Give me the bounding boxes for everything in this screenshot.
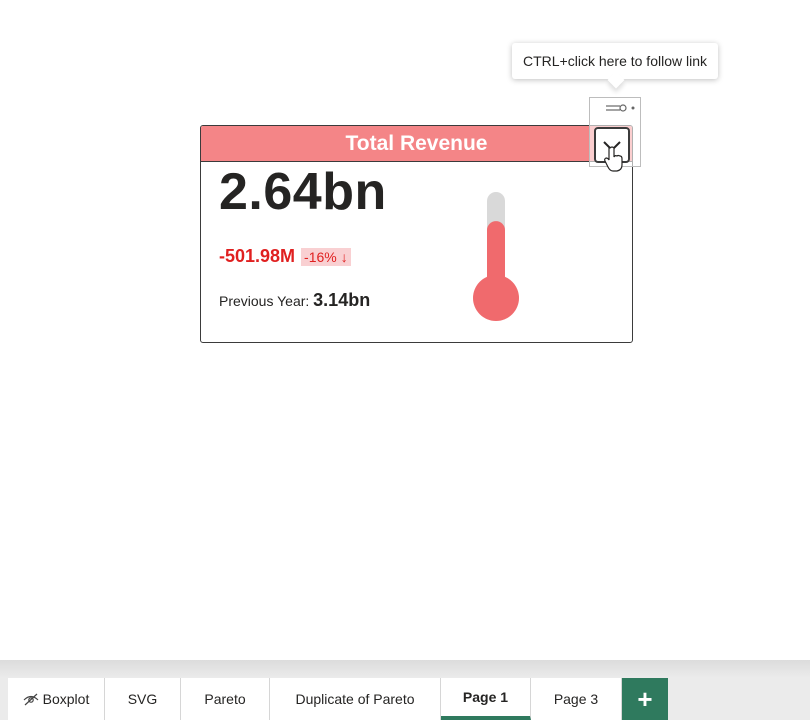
more-options-icon[interactable]	[606, 104, 636, 112]
tab-boxplot[interactable]: Boxplot	[8, 678, 105, 720]
thermometer-gauge	[473, 192, 519, 321]
previous-year-value: 3.14bn	[313, 290, 371, 310]
add-page-button[interactable]: +	[622, 678, 668, 720]
tab-label: Page 1	[462, 689, 509, 705]
variance-percent-badge: -16% ↓	[301, 247, 351, 266]
hand-pointer-icon	[604, 146, 623, 172]
kpi-value: 2.64bn	[219, 163, 387, 221]
link-tooltip: CTRL+click here to follow link	[512, 43, 718, 79]
card-title: Total Revenue	[201, 126, 632, 162]
variance-row: -501.98M -16% ↓	[219, 246, 351, 267]
thermometer-bulb	[473, 275, 519, 321]
tab-label: SVG	[127, 691, 158, 707]
previous-year-label: Previous Year:	[219, 293, 314, 309]
tab-page-3[interactable]: Page 3	[531, 678, 622, 720]
page-tab-bar: Boxplot SVG Pareto Duplicate of Pareto P…	[0, 678, 810, 720]
tab-pareto[interactable]: Pareto	[181, 678, 270, 720]
tab-label: Pareto	[204, 691, 246, 707]
eye-hidden-icon	[23, 693, 39, 706]
tab-label: Duplicate of Pareto	[295, 691, 415, 707]
arrow-down-icon: ↓	[340, 248, 348, 265]
tab-label: Page 3	[553, 691, 599, 707]
tab-label: Boxplot	[42, 691, 90, 707]
tabbar-divider	[0, 660, 810, 678]
variance-percent: -16%	[304, 248, 337, 265]
variance-value: -501.98M	[219, 246, 296, 266]
previous-year-row: Previous Year: 3.14bn	[219, 290, 370, 311]
tab-svg[interactable]: SVG	[105, 678, 181, 720]
tab-duplicate-of-pareto[interactable]: Duplicate of Pareto	[270, 678, 441, 720]
tab-page-1[interactable]: Page 1	[441, 678, 531, 720]
kpi-card[interactable]: Total Revenue 2.64bn -501.98M -16% ↓ Pre…	[200, 125, 633, 343]
